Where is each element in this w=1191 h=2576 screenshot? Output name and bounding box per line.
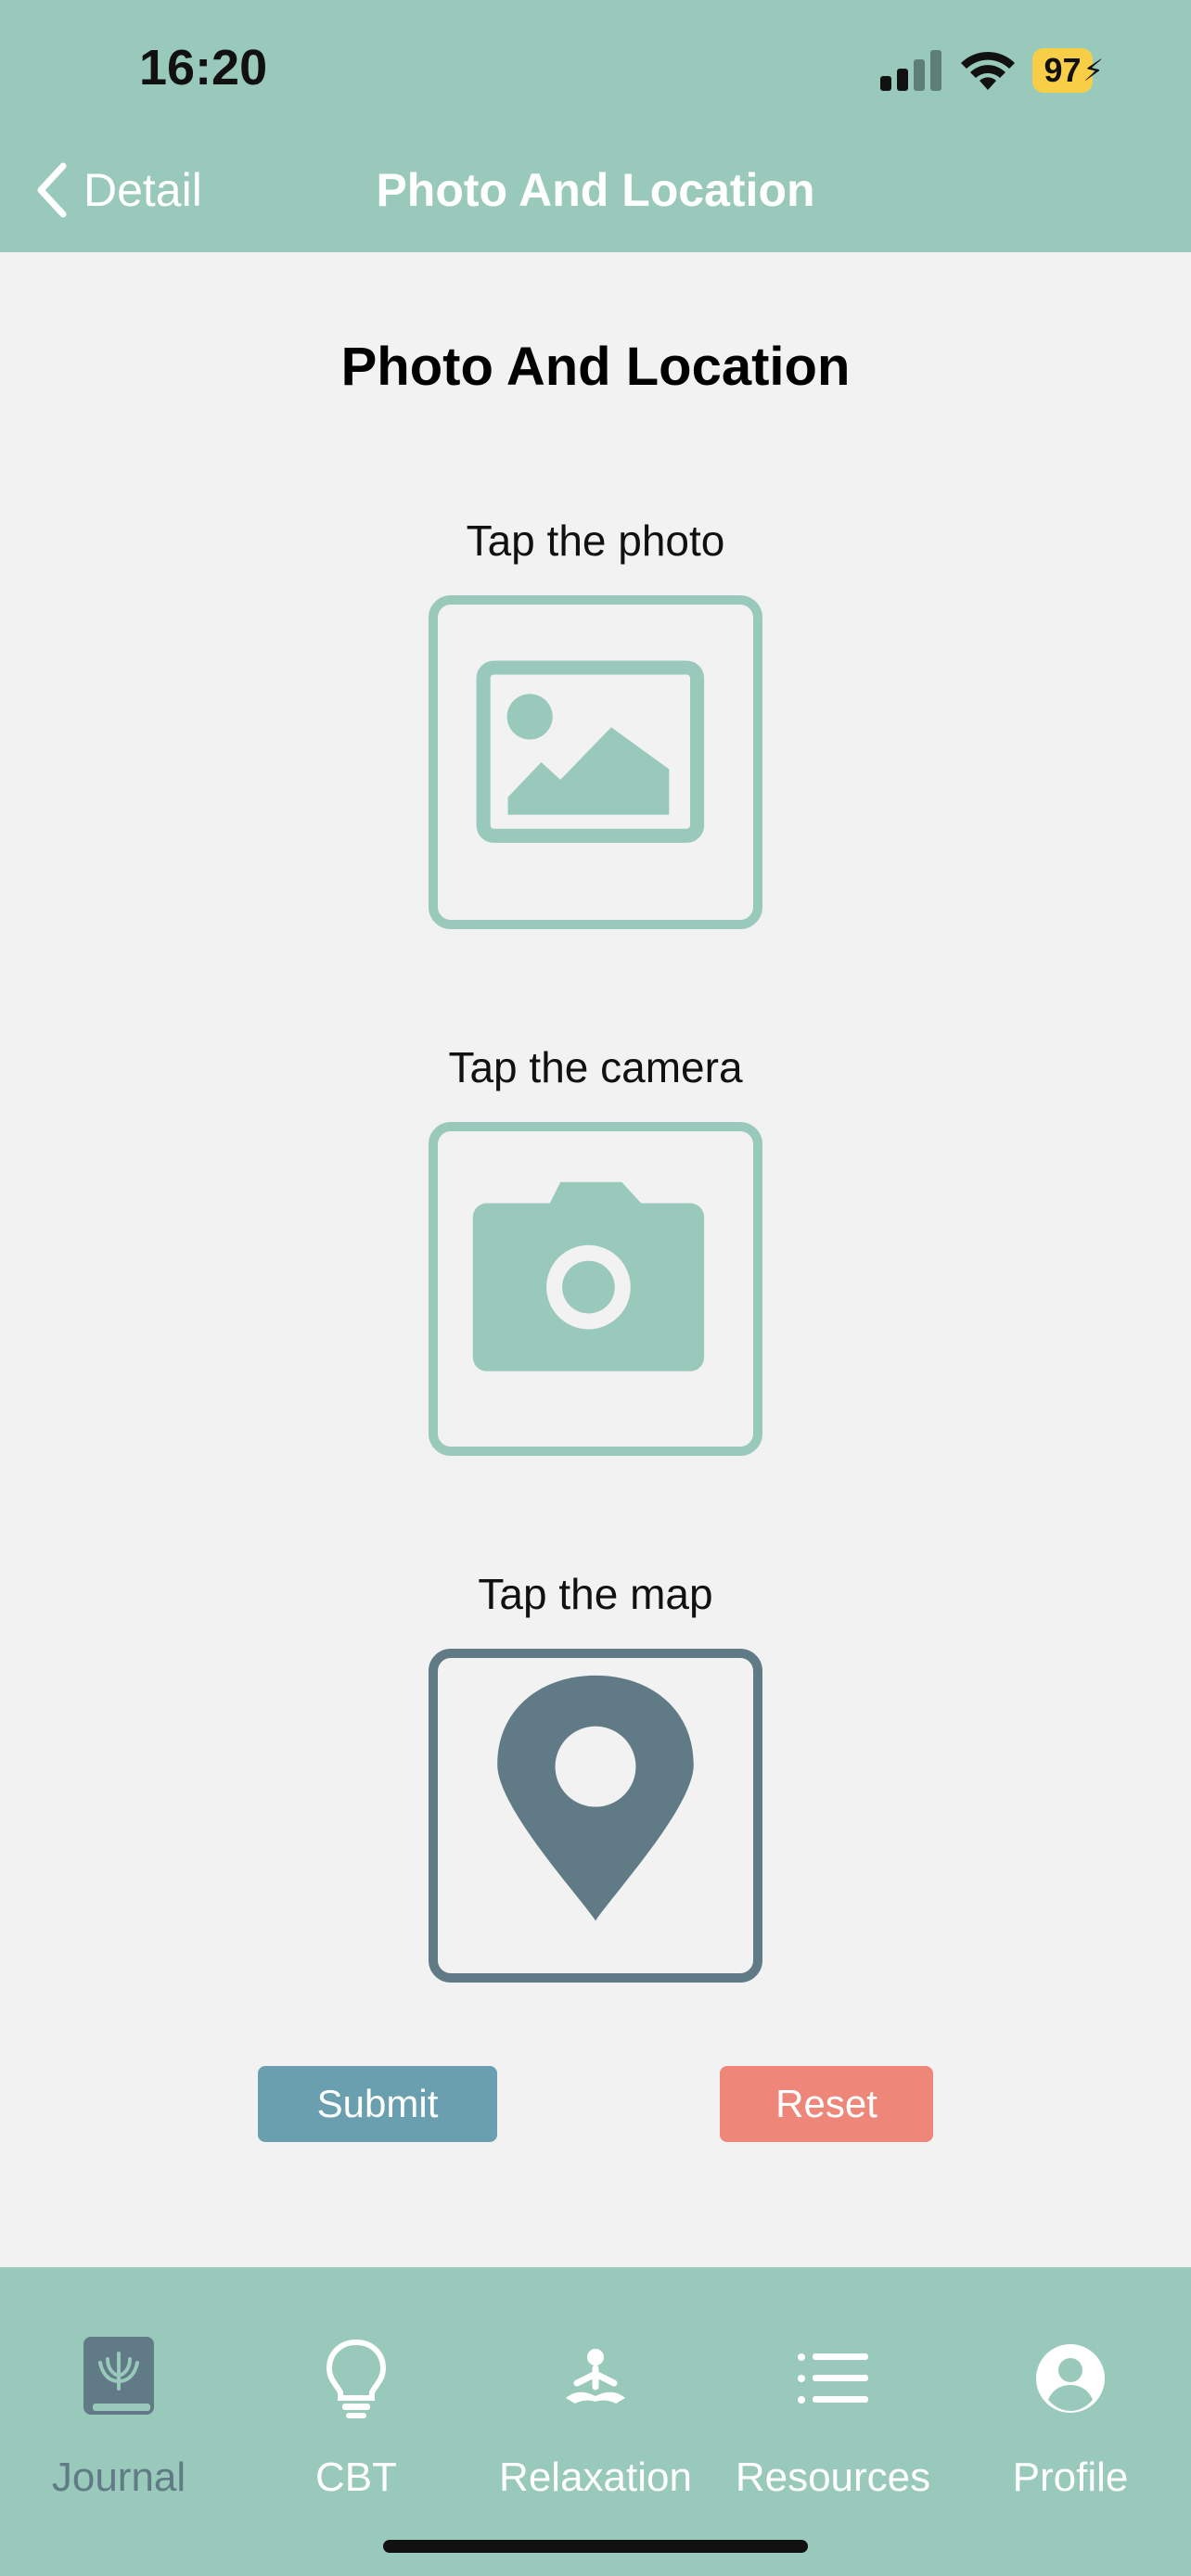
camera-icon bbox=[472, 1181, 705, 1371]
home-indicator bbox=[383, 2540, 808, 2553]
signal-icon bbox=[880, 50, 942, 91]
map-button[interactable] bbox=[429, 1649, 762, 1983]
tab-relaxation-label: Relaxation bbox=[499, 2455, 692, 2500]
tab-relaxation[interactable]: Relaxation bbox=[477, 2314, 714, 2501]
list-icon bbox=[798, 2353, 868, 2404]
photo-label: Tap the photo bbox=[466, 516, 725, 565]
nav-title: Photo And Location bbox=[376, 164, 815, 216]
submit-button[interactable]: Submit bbox=[258, 2066, 497, 2142]
map-label: Tap the map bbox=[478, 1570, 713, 1618]
tab-resources-label: Resources bbox=[735, 2455, 931, 2500]
tab-journal-label: Journal bbox=[51, 2455, 186, 2500]
map-pin-icon bbox=[497, 1675, 694, 1921]
wifi-icon bbox=[961, 51, 1016, 90]
journal-icon bbox=[83, 2337, 154, 2415]
camera-button[interactable] bbox=[429, 1122, 762, 1456]
meditation-icon bbox=[566, 2349, 625, 2404]
photo-icon bbox=[476, 660, 705, 843]
reset-button[interactable]: Reset bbox=[720, 2066, 933, 2142]
status-icons: 97 ⚡ bbox=[878, 46, 1104, 95]
tab-journal[interactable]: Journal bbox=[0, 2314, 237, 2501]
tab-resources[interactable]: Resources bbox=[714, 2314, 952, 2501]
photo-picker-button[interactable] bbox=[429, 595, 762, 929]
charging-icon: ⚡ bbox=[1082, 54, 1104, 87]
tab-profile[interactable]: Profile bbox=[952, 2314, 1189, 2501]
lightbulb-icon bbox=[326, 2339, 387, 2418]
status-time: 16:20 bbox=[139, 40, 268, 96]
page-title: Photo And Location bbox=[340, 337, 851, 397]
tab-cbt-label: CBT bbox=[315, 2455, 397, 2500]
camera-label: Tap the camera bbox=[448, 1043, 743, 1091]
battery-indicator: 97 ⚡ bbox=[1032, 48, 1104, 93]
tab-profile-label: Profile bbox=[1012, 2455, 1129, 2500]
tab-cbt[interactable]: CBT bbox=[237, 2314, 475, 2501]
profile-icon bbox=[1036, 2344, 1105, 2413]
